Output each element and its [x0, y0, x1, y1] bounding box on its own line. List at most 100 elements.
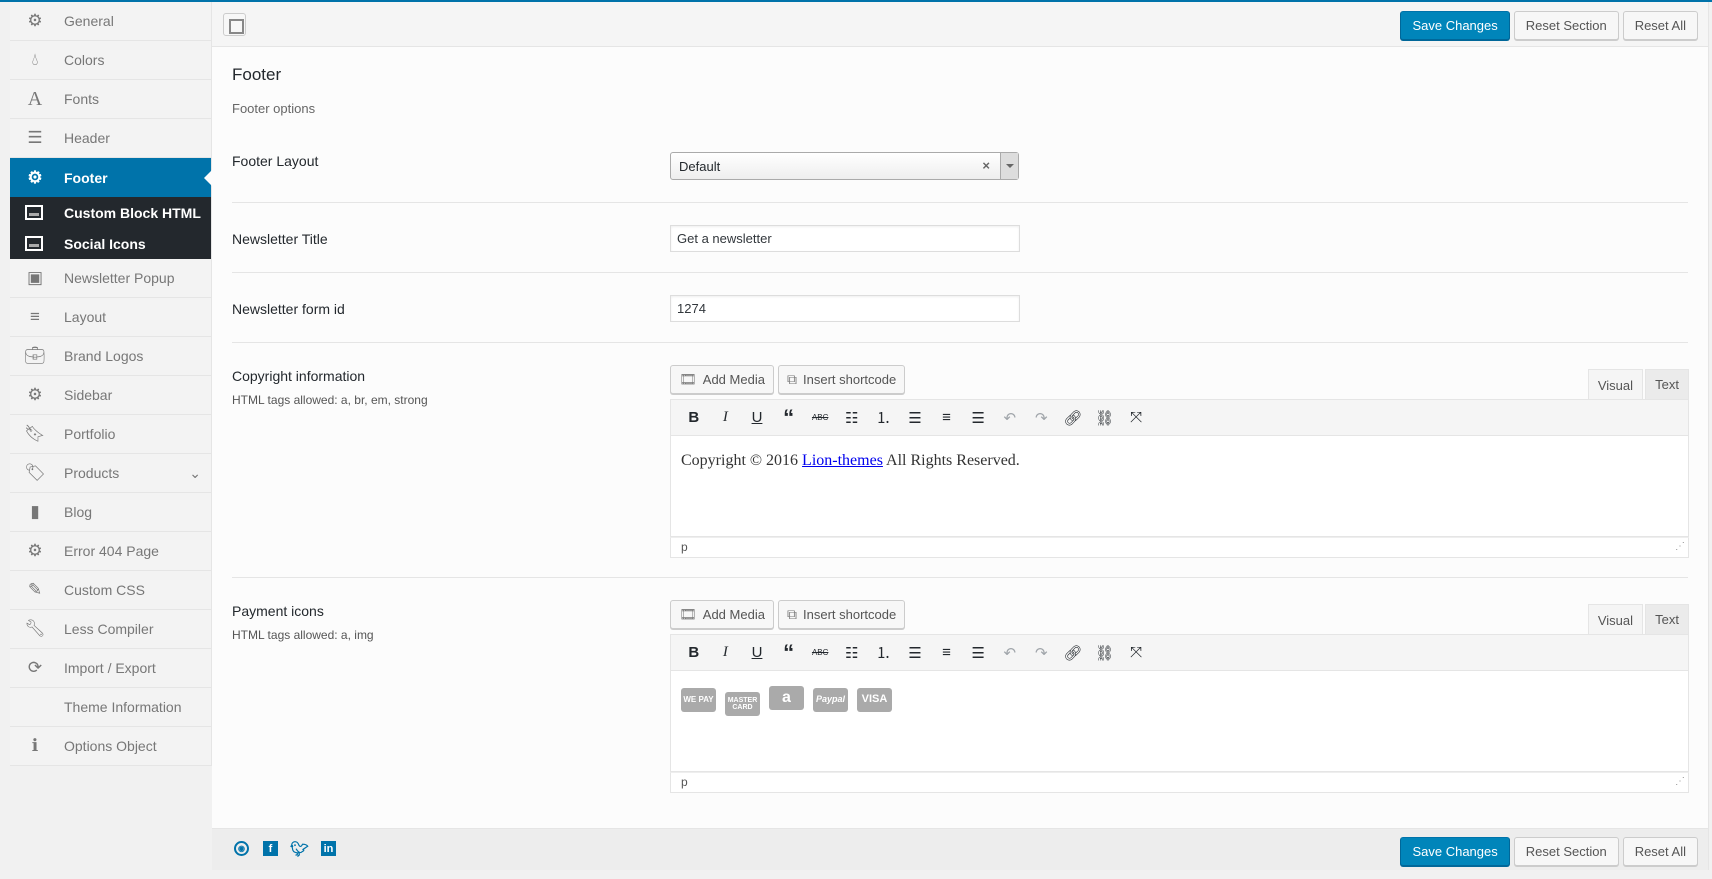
blockquote-icon[interactable]: “: [773, 640, 805, 666]
align-left-icon[interactable]: ☰: [899, 409, 931, 427]
align-right-icon[interactable]: ☰: [962, 644, 994, 662]
sidebar-item-label: Sidebar: [64, 387, 113, 403]
italic-icon[interactable]: I: [710, 409, 742, 426]
blockquote-icon[interactable]: “: [773, 405, 805, 431]
reset-section-button[interactable]: Reset Section: [1513, 837, 1619, 866]
payment-editor: 🎞︎ Add Media ⧉ Insert shortcode Visual Tex…: [670, 600, 1689, 793]
field-label: Payment icons: [232, 603, 324, 619]
link-icon[interactable]: 🔗︎: [1057, 644, 1089, 662]
align-center-icon[interactable]: ≡: [931, 644, 963, 661]
sidebar-item-error-404[interactable]: ⚙ Error 404 Page: [10, 532, 211, 571]
sidebar-item-portfolio[interactable]: 🔖︎ Portfolio: [10, 415, 211, 454]
facebook-icon[interactable]: f: [263, 841, 278, 856]
gear-icon: ⚙: [27, 167, 43, 187]
strikethrough-icon[interactable]: ABC: [804, 413, 836, 422]
redo-icon[interactable]: ↷: [1026, 409, 1058, 427]
save-changes-button[interactable]: Save Changes: [1400, 11, 1510, 40]
sidebar-item-sidebar[interactable]: ⚙ Sidebar: [10, 376, 211, 415]
sidebar-item-less-compiler[interactable]: 🔧︎ Less Compiler: [10, 610, 211, 649]
add-media-button[interactable]: 🎞︎ Add Media: [670, 600, 774, 629]
twitter-icon[interactable]: 🐦︎: [290, 841, 309, 858]
field-row-copyright: Copyright information HTML tags allowed:…: [232, 343, 1689, 578]
tags-icon: 🏷︎: [24, 463, 46, 482]
add-media-button[interactable]: 🎞︎ Add Media: [670, 365, 774, 394]
copyright-editor-body[interactable]: Copyright © 2016 Lion-themes All Rights …: [670, 436, 1689, 537]
insert-shortcode-button[interactable]: ⧉ Insert shortcode: [778, 600, 906, 629]
reset-section-button[interactable]: Reset Section: [1513, 11, 1619, 40]
sidebar-item-newsletter-popup[interactable]: ▣ Newsletter Popup: [10, 259, 211, 298]
sidebar-item-theme-information[interactable]: Theme Information: [10, 688, 211, 727]
undo-icon[interactable]: ↶: [994, 409, 1026, 427]
bold-icon[interactable]: B: [678, 409, 710, 426]
section-title: Footer: [232, 65, 282, 84]
field-label: Copyright information: [232, 368, 366, 384]
sidebar-item-options-object[interactable]: ℹ Options Object: [10, 727, 211, 766]
undo-icon[interactable]: ↶: [994, 644, 1026, 662]
strikethrough-icon[interactable]: ABC: [804, 648, 836, 657]
save-changes-button[interactable]: Save Changes: [1400, 837, 1510, 866]
sidebar-item-blog[interactable]: ▮ Blog: [10, 493, 211, 532]
sidebar-item-fonts[interactable]: A Fonts: [10, 80, 211, 119]
tab-text[interactable]: Text: [1645, 604, 1689, 634]
sidebar-item-products[interactable]: 🏷︎ Products ⌄: [10, 454, 211, 493]
redo-icon[interactable]: ↷: [1026, 644, 1058, 662]
bullet-list-icon[interactable]: ☷: [836, 409, 868, 427]
editor-toolbar: B I U “ABC ☷ ⒈ ☰ ≡ ☰ ↶ ↷ 🔗︎ ⛓ ⤧: [670, 634, 1689, 671]
sidebar-subitem-custom-block-html[interactable]: Custom Block HTML: [10, 197, 211, 228]
sidebar-item-label: Newsletter Popup: [64, 270, 175, 286]
field-label: Newsletter form id: [232, 301, 345, 317]
bold-icon[interactable]: B: [678, 644, 710, 661]
window-icon: ▣: [26, 268, 44, 287]
shortcode-icon: ⧉: [787, 606, 797, 622]
sidebar-item-general[interactable]: ⚙ General: [10, 2, 211, 41]
fullscreen-icon[interactable]: ⤧: [1120, 644, 1152, 661]
sidebar-item-label: Colors: [64, 52, 105, 68]
tab-visual[interactable]: Visual: [1587, 604, 1643, 635]
sidebar-item-label: Footer: [64, 169, 108, 186]
numbered-list-icon[interactable]: ⒈: [868, 642, 900, 663]
underline-icon[interactable]: U: [741, 644, 773, 661]
payment-editor-body[interactable]: WE PAY MASTER CARD a Paypal VISA: [670, 671, 1689, 772]
field-help-text: HTML tags allowed: a, img: [232, 628, 374, 642]
sidebar-item-import-export[interactable]: ⟳ Import / Export: [10, 649, 211, 688]
wrench-icon: 🔧︎: [24, 619, 46, 638]
unlink-icon[interactable]: ⛓: [1089, 644, 1121, 662]
footer-layout-select[interactable]: Default ×: [670, 152, 1019, 180]
briefcase-icon: 💼︎: [24, 346, 46, 365]
sidebar-item-label: Error 404 Page: [64, 543, 159, 559]
sidebar-item-label: Less Compiler: [64, 621, 154, 637]
linkedin-icon[interactable]: in: [321, 841, 336, 856]
button-label: Add Media: [702, 372, 765, 387]
tab-text[interactable]: Text: [1645, 369, 1689, 399]
tab-visual[interactable]: Visual: [1587, 369, 1643, 400]
newsletter-form-id-input[interactable]: [670, 295, 1020, 322]
link-icon[interactable]: 🔗︎: [1057, 409, 1089, 427]
reset-all-button[interactable]: Reset All: [1622, 11, 1698, 40]
numbered-list-icon[interactable]: ⒈: [868, 407, 900, 428]
bullet-list-icon[interactable]: ☷: [836, 644, 868, 662]
fullscreen-icon[interactable]: ⤧: [1120, 409, 1152, 426]
sidebar-item-footer[interactable]: ⚙ Footer: [10, 158, 212, 197]
italic-icon[interactable]: I: [710, 644, 742, 661]
expand-toggle-button[interactable]: [223, 13, 246, 36]
sidebar-item-layout[interactable]: ≡ Layout: [10, 298, 211, 337]
dropdown-arrow-icon[interactable]: [1000, 153, 1018, 179]
sidebar-item-brand-logos[interactable]: 💼︎ Brand Logos: [10, 337, 211, 376]
mastercard-icon: MASTER CARD: [725, 692, 760, 716]
align-right-icon[interactable]: ☰: [962, 409, 994, 427]
lion-themes-link[interactable]: Lion-themes: [802, 452, 883, 469]
sidebar-item-custom-css[interactable]: ✎ Custom CSS: [10, 571, 211, 610]
github-icon[interactable]: ◉: [234, 841, 249, 856]
sidebar-item-header[interactable]: ☰ Header: [10, 119, 211, 158]
chevron-down-icon[interactable]: ⌄: [189, 465, 201, 482]
underline-icon[interactable]: U: [741, 409, 773, 426]
align-center-icon[interactable]: ≡: [931, 409, 963, 426]
align-left-icon[interactable]: ☰: [899, 644, 931, 662]
unlink-icon[interactable]: ⛓: [1089, 409, 1121, 427]
sidebar-item-colors[interactable]: 💧︎ Colors: [10, 41, 211, 80]
newsletter-title-input[interactable]: [670, 225, 1020, 252]
insert-shortcode-button[interactable]: ⧉ Insert shortcode: [778, 365, 906, 394]
reset-all-button[interactable]: Reset All: [1622, 837, 1698, 866]
sidebar-subitem-social-icons[interactable]: Social Icons: [10, 228, 211, 259]
clear-icon[interactable]: ×: [982, 158, 990, 173]
